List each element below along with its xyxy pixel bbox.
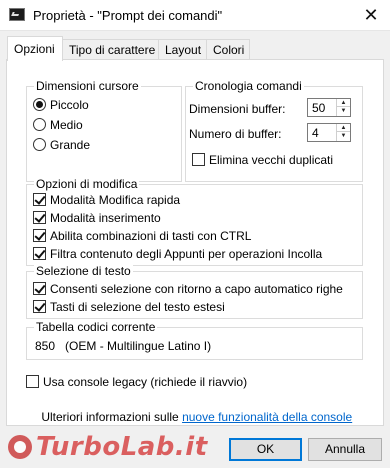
checkbox[interactable] (33, 229, 46, 243)
history-title: Cronologia comandi (193, 79, 304, 93)
codepage-value: 850 (OEM - Multilingue Latino I) (35, 339, 212, 353)
checkbox[interactable] (192, 153, 205, 167)
discard-duplicates-option[interactable]: Elimina vecchi duplicati (192, 153, 333, 167)
checkbox[interactable] (33, 282, 46, 296)
buffer-size-value[interactable]: 50 (312, 101, 325, 115)
checkbox[interactable] (26, 375, 39, 389)
cursor-size-option-medio[interactable]: Medio (33, 118, 83, 132)
checkbox[interactable] (33, 300, 46, 314)
history-group: Cronologia comandi Dimensioni buffer: 50… (185, 79, 363, 182)
edit-option-filter-paste[interactable]: Filtra contenuto degli Appunti per opera… (33, 247, 322, 261)
checkbox-label: Abilita combinazioni di tasti con CTRL (50, 229, 252, 243)
more-info-text: Ulteriori informazioni sulle nuove funzi… (28, 396, 352, 438)
options-panel: Dimensioni cursore Piccolo Medio Grande … (6, 59, 384, 426)
radio-button[interactable] (33, 118, 46, 132)
tab-layout[interactable]: Layout (158, 39, 207, 60)
buffer-size-spinner[interactable]: 50 ▲ ▼ (307, 98, 351, 117)
title-bar: Proprietà - "Prompt dei comandi" ✕ (0, 0, 390, 31)
console-app-icon (9, 8, 25, 21)
codepage-group: Tabella codici corrente 850 (OEM - Multi… (26, 320, 363, 360)
cursor-size-title: Dimensioni cursore (34, 79, 141, 93)
edit-option-quickedit[interactable]: Modalità Modifica rapida (33, 193, 180, 207)
checkbox-label: Filtra contenuto degli Appunti per opera… (50, 247, 323, 261)
cancel-button[interactable]: Annulla (308, 438, 382, 461)
spin-down-icon[interactable]: ▼ (337, 132, 350, 140)
edit-option-insert[interactable]: Modalità inserimento (33, 211, 161, 225)
radio-label: Grande (50, 138, 91, 152)
turbolab-logo-icon (8, 435, 32, 459)
text-selection-group: Selezione di testo Consenti selezione co… (26, 264, 363, 319)
radio-button[interactable] (33, 138, 46, 152)
more-info-prefix: Ulteriori informazioni sulle (41, 410, 183, 424)
tab-opzioni[interactable]: Opzioni (7, 36, 63, 61)
spin-down-icon[interactable]: ▼ (337, 107, 350, 115)
buffer-size-label: Dimensioni buffer: (189, 102, 286, 116)
checkbox-label: Elimina vecchi duplicati (209, 153, 334, 167)
legacy-console-option[interactable]: Usa console legacy (richiede il riavvio) (26, 375, 247, 389)
checkbox-label: Modalità inserimento (50, 211, 161, 225)
tab-colori[interactable]: Colori (206, 39, 250, 60)
cursor-size-option-piccolo[interactable]: Piccolo (33, 98, 89, 112)
checkbox[interactable] (33, 211, 46, 225)
codepage-title: Tabella codici corrente (34, 320, 158, 334)
checkbox[interactable] (33, 247, 46, 261)
edit-options-group: Opzioni di modifica Modalità Modifica ra… (26, 177, 363, 266)
cursor-size-group: Dimensioni cursore Piccolo Medio Grande (26, 79, 182, 182)
radio-label: Piccolo (50, 98, 89, 112)
radio-label: Medio (50, 118, 83, 132)
close-icon[interactable]: ✕ (358, 2, 384, 28)
window-title: Proprietà - "Prompt dei comandi" (33, 8, 223, 23)
spin-up-icon[interactable]: ▲ (337, 124, 350, 132)
text-selection-title: Selezione di testo (34, 264, 133, 278)
buffer-count-value[interactable]: 4 (312, 126, 319, 140)
radio-button[interactable] (33, 98, 46, 112)
checkbox[interactable] (33, 193, 46, 207)
edit-option-ctrl-keys[interactable]: Abilita combinazioni di tasti con CTRL (33, 229, 251, 243)
selection-option-line-wrap[interactable]: Consenti selezione con ritorno a capo au… (33, 282, 343, 296)
ok-button[interactable]: OK (229, 438, 302, 461)
buffer-count-spinner[interactable]: 4 ▲ ▼ (307, 123, 351, 142)
cursor-size-option-grande[interactable]: Grande (33, 138, 90, 152)
selection-option-extended-keys[interactable]: Tasti di selezione del testo estesi (33, 300, 225, 314)
new-features-link[interactable]: nuove funzionalità della console (182, 410, 352, 424)
edit-options-title: Opzioni di modifica (34, 177, 140, 191)
spin-up-icon[interactable]: ▲ (337, 99, 350, 107)
tab-tipo-di-carattere[interactable]: Tipo di carattere (62, 39, 159, 60)
checkbox-label: Tasti di selezione del testo estesi (50, 300, 225, 314)
buffer-count-label: Numero di buffer: (189, 127, 282, 141)
checkbox-label: Usa console legacy (richiede il riavvio) (43, 375, 248, 389)
checkbox-label: Modalità Modifica rapida (50, 193, 181, 207)
checkbox-label: Consenti selezione con ritorno a capo au… (50, 282, 343, 296)
